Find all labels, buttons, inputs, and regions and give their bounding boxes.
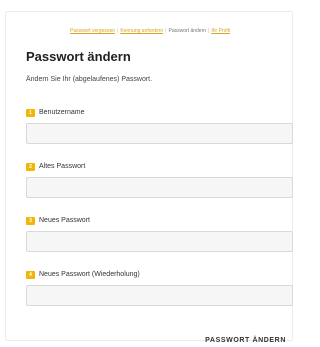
field-label-text: Neues Passwort [39,217,90,224]
field-label-new-password: 3 Neues Passwort [26,216,90,225]
nav-link-profile[interactable]: Ihr Profil [211,28,230,34]
step-number-badge: 1 [26,108,35,117]
step-number-badge: 4 [26,270,35,279]
old-password-input[interactable] [26,177,293,198]
field-label-text: Neues Passwort (Wiederholung) [39,271,140,278]
field-label-username: 1 Benutzername [26,108,85,117]
field-label-new-password-repeat: 4 Neues Passwort (Wiederholung) [26,270,140,279]
step-number-badge: 2 [26,162,35,171]
field-label-old-password: 2 Altes Passwort [26,162,85,171]
page-title: Passwort ändern [26,49,131,64]
change-password-card: Passwort vergessen | Kennung anfordern | Pas… [5,11,294,344]
step-number-badge: 3 [26,216,35,225]
nav-link-request-registration[interactable]: Kennung anfordern [120,28,163,34]
page-description: Ändern Sie Ihr (abgelaufenes) Passwort. [26,76,153,83]
nav-separator: | [165,28,167,34]
new-password-repeat-input[interactable] [26,285,293,306]
account-nav: Passwort vergessen | Kennung anfordern | Pas… [6,27,294,35]
nav-link-forgot-password[interactable]: Passwort vergessen [70,28,115,34]
field-label-text: Altes Passwort [39,163,86,170]
nav-current-change-password: Passwort ändern [168,28,207,34]
nav-separator: | [117,28,119,34]
username-input[interactable] [26,123,293,144]
new-password-input[interactable] [26,231,293,252]
nav-separator: | [208,28,210,34]
field-label-text: Benutzername [39,109,85,116]
change-password-button[interactable]: PASSWORT ÄNDERN [205,337,286,344]
